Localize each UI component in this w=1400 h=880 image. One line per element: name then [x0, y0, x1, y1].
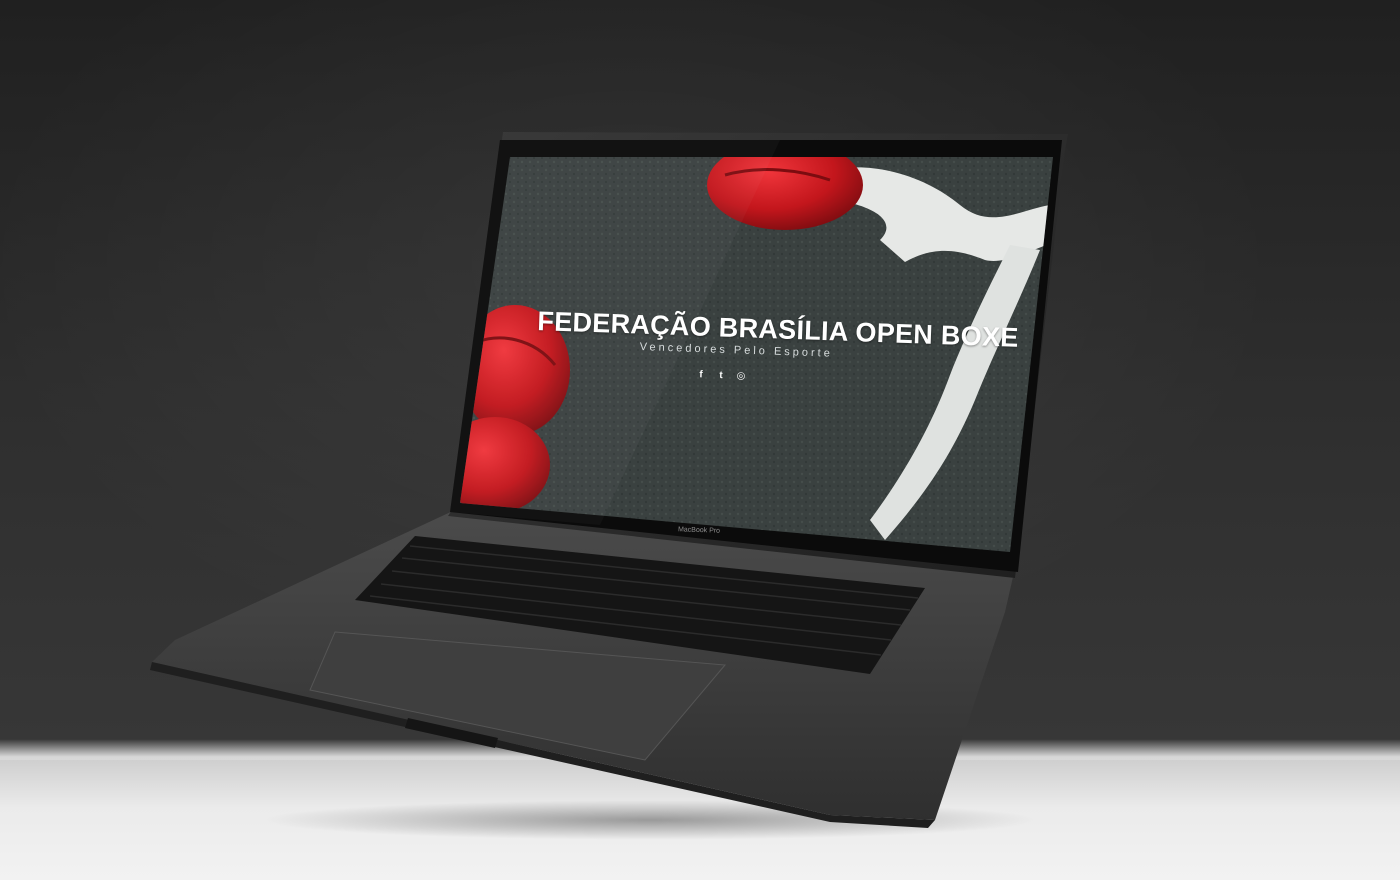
laptop-mockup [150, 132, 1068, 828]
instagram-icon[interactable]: ◎ [735, 370, 747, 382]
bezel-label: MacBook Pro [677, 526, 721, 535]
facebook-icon[interactable]: f [695, 369, 707, 381]
social-links: f t ◎ [695, 369, 747, 383]
twitter-icon[interactable]: t [715, 370, 727, 382]
